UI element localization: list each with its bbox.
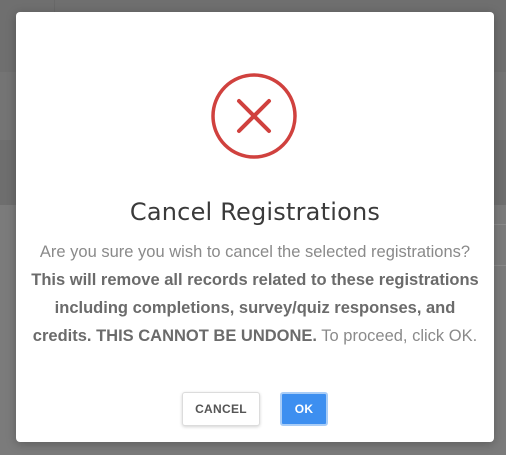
confirm-dialog: Cancel Registrations Are you sure you wi… bbox=[16, 12, 494, 442]
ok-button[interactable]: OK bbox=[280, 392, 328, 426]
message-text: Are you sure you wish to cancel the sele… bbox=[39, 243, 471, 261]
dialog-title: Cancel Registrations bbox=[129, 198, 381, 226]
error-x-circle-icon bbox=[211, 73, 297, 159]
cancel-button[interactable]: CANCEL bbox=[182, 392, 260, 426]
background-input bbox=[492, 224, 506, 266]
dialog-message: Are you sure you wish to cancel the sele… bbox=[30, 238, 480, 350]
message-instruction: To proceed, click OK. bbox=[317, 327, 478, 345]
